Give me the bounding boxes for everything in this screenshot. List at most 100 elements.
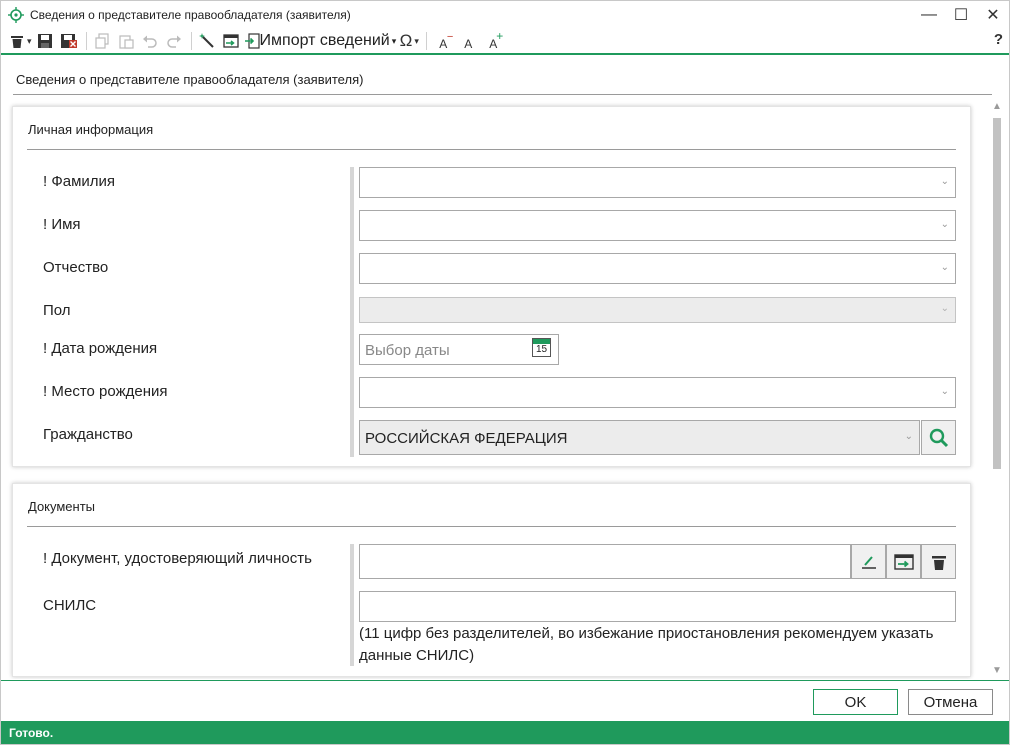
name-label: ! Имя [43, 216, 81, 233]
omega-icon: Ω [399, 31, 413, 50]
status-text: Готово. [9, 725, 54, 740]
toolbar: ▾ Импорт сведений ▾ Ω ▾ A − A A + ? [1, 29, 1009, 53]
window-arrow-icon [222, 34, 239, 48]
minus-icon: − [446, 31, 454, 43]
chevron-down-icon: ▾ [27, 35, 32, 46]
birthplace-label: ! Место рождения [43, 383, 168, 400]
save-close-icon [60, 34, 77, 48]
chevron-down-icon: ▾ [391, 35, 397, 46]
chevron-down-icon[interactable]: ⌄ [941, 262, 949, 273]
documents-panel: Документы ! Документ, удостоверяющий лич… [12, 483, 971, 677]
copy-button[interactable] [91, 30, 113, 52]
magic-wand-button[interactable] [196, 30, 218, 52]
citizenship-label: Гражданство [43, 426, 133, 443]
page-title: Сведения о представителе правообладателя… [16, 72, 364, 87]
font-reset-button[interactable]: A [457, 30, 479, 52]
calendar-day: 15 [535, 344, 548, 355]
citizenship-value: РОССИЙСКАЯ ФЕДЕРАЦИЯ [365, 430, 568, 447]
plus-icon: + [496, 29, 504, 43]
save-button[interactable] [34, 30, 56, 52]
snils-label: СНИЛС [43, 597, 97, 614]
patronymic-label: Отчество [43, 259, 109, 276]
font-increase-button[interactable]: A + [481, 29, 505, 52]
calendar-icon[interactable]: 15 [532, 338, 551, 357]
surname-combo[interactable]: ⌄ [359, 167, 956, 198]
patronymic-combo[interactable]: ⌄ [359, 253, 956, 284]
section-divider [27, 526, 956, 527]
redo-icon [166, 35, 181, 48]
chevron-down-icon[interactable]: ⌄ [905, 431, 913, 442]
toolbar-divider [1, 53, 1009, 55]
paste-icon [118, 35, 134, 49]
section-divider [27, 149, 956, 150]
label-column-bar [350, 167, 354, 457]
save-close-button[interactable] [58, 30, 80, 52]
gender-label: Пол [43, 302, 71, 319]
chevron-down-icon[interactable]: ⌄ [941, 219, 949, 230]
undo-icon [142, 35, 157, 48]
font-reset-icon: A [464, 37, 473, 51]
pencil-icon [861, 555, 876, 569]
gender-select[interactable]: ⌄ [359, 297, 956, 323]
fill-button[interactable] [220, 30, 242, 52]
special-char-button[interactable]: Ω ▾ [398, 30, 420, 52]
import-label: Импорт сведений [259, 32, 390, 49]
chevron-down-icon[interactable]: ⌄ [941, 303, 949, 314]
window-title: Сведения о представителе правообладателя… [30, 8, 351, 22]
id-document-field[interactable] [359, 544, 851, 579]
snils-hint: (11 цифр без разделителей, во избежание … [359, 625, 934, 664]
delete-document-button[interactable] [921, 544, 956, 579]
paste-button[interactable] [115, 30, 137, 52]
scroll-down-icon[interactable]: ▼ [992, 665, 1002, 676]
edit-document-button[interactable] [851, 544, 886, 579]
trash-icon [11, 36, 23, 48]
help-button[interactable]: ? [994, 31, 1003, 48]
form-scroll-area[interactable]: Личная информация ! Фамилия ⌄ ! Имя ⌄ От… [1, 99, 1009, 679]
app-target-icon [8, 7, 24, 23]
citizenship-select[interactable]: РОССИЙСКАЯ ФЕДЕРАЦИЯ ⌄ [359, 420, 920, 455]
scroll-up-icon[interactable]: ▲ [992, 101, 1002, 112]
chevron-down-icon: ▾ [414, 35, 419, 46]
chevron-down-icon[interactable]: ⌄ [941, 176, 949, 187]
cancel-button[interactable]: Отмена [908, 689, 993, 715]
section-title-documents: Документы [28, 499, 96, 514]
clear-button[interactable]: ▾ [9, 30, 32, 52]
search-icon [929, 428, 948, 447]
personal-info-panel: Личная информация ! Фамилия ⌄ ! Имя ⌄ От… [12, 106, 971, 467]
save-icon [37, 34, 52, 48]
minimize-button[interactable]: — [913, 1, 945, 29]
import-button[interactable]: Импорт сведений ▾ [244, 30, 397, 52]
id-document-label: ! Документ, удостоверяющий личность [43, 550, 312, 567]
scroll-thumb[interactable] [993, 118, 1001, 469]
fill-document-button[interactable] [886, 544, 921, 579]
undo-button[interactable] [139, 30, 161, 52]
birthdate-placeholder: Выбор даты [365, 342, 450, 359]
trash-icon [931, 555, 946, 570]
toolbar-separator [426, 32, 428, 50]
toolbar-separator [190, 32, 192, 50]
redo-button[interactable] [163, 30, 185, 52]
window-controls: — ☐ ✕ [913, 1, 1009, 29]
chevron-down-icon[interactable]: ⌄ [941, 386, 949, 397]
vertical-scrollbar[interactable]: ▲ ▼ [991, 101, 1003, 679]
name-combo[interactable]: ⌄ [359, 210, 956, 241]
footer-divider [1, 680, 1009, 681]
birthplace-combo[interactable]: ⌄ [359, 377, 956, 408]
toolbar-separator [85, 32, 87, 50]
maximize-button[interactable]: ☐ [945, 1, 977, 29]
birthdate-label: ! Дата рождения [43, 340, 158, 357]
font-decrease-button[interactable]: A − [431, 30, 455, 52]
snils-input[interactable] [359, 591, 956, 622]
import-icon [244, 33, 260, 49]
copy-icon [94, 33, 109, 49]
heading-divider [13, 94, 992, 95]
title-bar: Сведения о представителе правообладателя… [1, 1, 1009, 29]
label-column-bar [350, 544, 354, 666]
citizenship-search-button[interactable] [921, 420, 956, 455]
surname-label: ! Фамилия [43, 173, 116, 190]
birthdate-picker[interactable]: Выбор даты 15 [359, 334, 559, 365]
dialog-window: Сведения о представителе правообладателя… [0, 0, 1010, 745]
section-title-personal: Личная информация [28, 122, 154, 137]
ok-button[interactable]: OK [813, 689, 898, 715]
close-button[interactable]: ✕ [977, 1, 1009, 29]
